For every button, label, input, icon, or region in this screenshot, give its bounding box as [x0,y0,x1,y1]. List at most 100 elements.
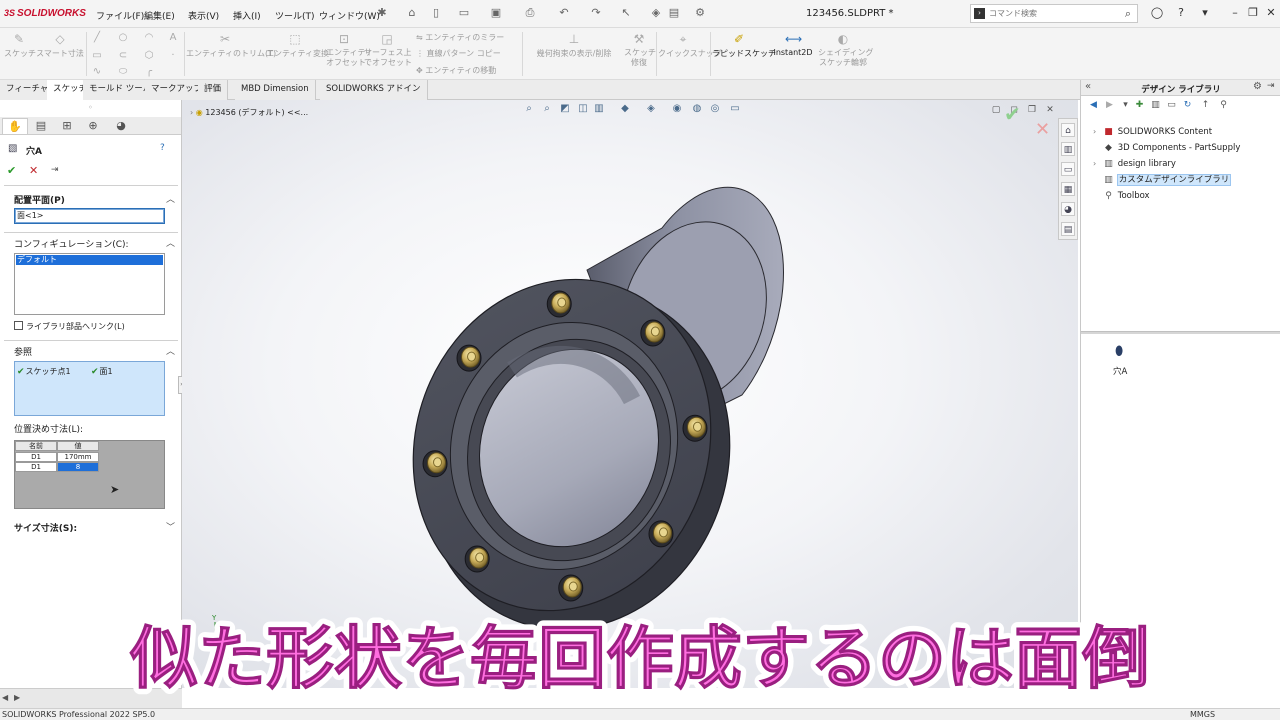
new-document-icon[interactable]: ▯ [428,5,444,21]
trim-entities-button[interactable]: ✂ エンティティのトリム(T) [186,32,276,59]
expand-arrow-icon[interactable]: › [1093,157,1102,171]
view-palette-icon[interactable]: ▦ [1061,182,1075,196]
convert-entities-button[interactable]: ⬚ エンティティ変換 [266,32,329,59]
back-icon[interactable]: ◀ [1087,99,1100,112]
notifications-icon[interactable]: ▾ [1196,5,1214,21]
minimize-button[interactable]: – [1226,5,1244,21]
rebuild-icon[interactable]: ◈ [648,5,664,21]
circle-icon[interactable]: ○ [116,32,130,44]
placement-plane-field[interactable]: 面<1> [14,208,165,224]
library-item-design-library[interactable]: › ▥ design library [1093,157,1176,171]
flange-3d-model[interactable]: Y [182,100,1078,688]
table-cell[interactable]: D1 [15,462,57,472]
graphics-area[interactable]: › ◉ 123456 (デフォルト) <<... ⌕ ⌕ ◩ ◫ ▥ ◆ ◈ ◉… [182,100,1078,688]
configuration-item-default[interactable]: デフォルト [16,255,163,265]
instant2d-button[interactable]: ⟷ Instant2D [768,32,818,57]
library-item-3d-components[interactable]: ◆ 3D Components - PartSupply [1093,141,1240,155]
tab-addins[interactable]: SOLIDWORKS アドイン [320,80,428,100]
quick-snaps-button[interactable]: ⌖ クイックスナップ [658,32,722,59]
menu-edit[interactable]: 編集(E) [144,9,175,22]
refresh-icon[interactable]: ↻ [1181,99,1194,112]
library-item-solidworks-content[interactable]: › ■ SOLIDWORKS Content [1093,125,1212,139]
dimxpert-tab-icon[interactable]: ⊕ [80,118,106,134]
restore-button[interactable]: ❐ [1244,5,1262,21]
command-search[interactable]: › ⌕ [970,4,1138,23]
table-cell[interactable]: D1 [15,452,57,462]
location-dimensions-table[interactable]: 名前 値 D1 170mm D1 8 ➤ [14,440,165,509]
pin-icon[interactable]: ✱ [374,5,390,21]
save-icon[interactable]: ▣ [488,5,504,21]
linear-pattern-button[interactable]: ⋮ 直線パターン コピー [416,48,501,59]
property-manager-tab-icon[interactable]: ▤ [28,118,54,134]
search-icon[interactable]: ⌕ [1125,7,1131,21]
offset-entities-button[interactable]: ⊡ エンティティ オフセット [326,32,373,68]
line-icon[interactable]: ╱ [90,32,104,44]
file-explorer-icon[interactable]: ▭ [1061,162,1075,176]
expand-chevron-icon[interactable]: ﹀ [166,520,175,533]
configuration-manager-tab-icon[interactable]: ⊞ [54,118,80,134]
display-relations-button[interactable]: ⊥ 幾何拘束の表示/削除 [526,32,622,59]
design-library-tab-icon[interactable]: ▥ [1061,142,1075,156]
help-icon[interactable]: ? [160,143,165,153]
dropdown-icon[interactable]: ▾ [1119,99,1132,112]
up-one-level-icon[interactable]: ↑ [1199,99,1212,112]
move-entities-button[interactable]: ✥ エンティティの移動 [416,65,496,76]
library-item-custom-design-library[interactable]: ▥ カスタムデザインライブラリ [1093,173,1232,187]
smart-dimension-button[interactable]: ◇ スマート寸法 [36,32,84,59]
undo-icon[interactable]: ↶ [556,5,572,21]
add-to-library-icon[interactable]: ✚ [1133,99,1146,112]
reference-item-face[interactable]: ✔面1 [91,366,113,377]
forward-icon[interactable]: ▶ [1103,99,1116,112]
home-icon[interactable]: ⌂ [404,5,420,21]
pushpin-icon[interactable]: ⇥ [51,165,59,175]
table-cell[interactable]: 170mm [57,452,99,462]
ellipse-icon[interactable]: ⬭ [116,66,130,78]
mirror-entities-button[interactable]: ⇋ エンティティのミラー [416,32,504,43]
collapse-chevron-icon[interactable]: ︿ [166,192,175,205]
collapse-chevron-icon[interactable]: ︿ [166,236,175,249]
select-icon[interactable]: ↖ [618,5,634,21]
collapse-chevron-icon[interactable]: ︿ [166,344,175,357]
rectangle-icon[interactable]: ▭ [90,50,104,62]
repair-sketch-button[interactable]: ⚒ スケッチ 修復 [624,32,656,68]
library-feature-icon[interactable]: ⬮ [1115,344,1123,359]
rapid-sketch-button[interactable]: ✐ ラピッドスケッチ [712,32,776,59]
menu-file[interactable]: ファイル(F) [96,9,144,22]
redo-icon[interactable]: ↷ [588,5,604,21]
tab-evaluate[interactable]: 評価 [198,80,229,100]
print-icon[interactable]: ⎙ [522,5,538,21]
menu-view[interactable]: 表示(V) [188,9,219,22]
arc-icon[interactable]: ◠ [142,32,156,44]
expand-arrow-icon[interactable]: › [1093,125,1102,139]
library-item-toolbox[interactable]: ⚲ Toolbox [1093,189,1149,203]
file-properties-icon[interactable]: ▤ [666,5,682,21]
menu-window[interactable]: ウィンドウ(W) [319,9,380,22]
pane-splitter[interactable] [1081,331,1280,334]
table-cell-selected[interactable]: 8 [57,462,99,472]
polygon-icon[interactable]: ⬡ [142,50,156,62]
solidworks-logo[interactable]: 3S SOLIDWORKS [4,8,86,19]
pane-pin-icon[interactable]: ⇥ [1267,81,1275,91]
add-file-location-icon[interactable]: ▥ [1149,99,1162,112]
appearances-icon[interactable]: ◕ [1061,202,1075,216]
help-icon[interactable]: ? [1172,5,1190,21]
display-manager-tab-icon[interactable]: ◕ [108,118,134,134]
create-new-folder-icon[interactable]: ▭ [1165,99,1178,112]
text-icon[interactable]: A [166,32,180,44]
tab-mbd-dimension[interactable]: MBD Dimension [235,80,316,100]
menu-insert[interactable]: 挿入(I) [233,9,261,22]
collapse-handle-icon[interactable]: ◦ [88,103,93,112]
link-to-library-checkbox[interactable] [14,321,23,330]
menu-tools[interactable]: ツール(T) [275,9,315,22]
pane-options-icon[interactable]: ⚙ [1253,81,1262,92]
sketch-button[interactable]: ✎ スケッチ [4,32,36,59]
open-folder-icon[interactable]: ▭ [456,5,472,21]
point-icon[interactable]: · [166,50,180,62]
shaded-contours-button[interactable]: ◐ シェイディング スケッチ輪郭 [818,32,873,68]
slot-icon[interactable]: ⊂ [116,50,130,62]
custom-properties-icon[interactable]: ▤ [1061,222,1075,236]
feature-manager-tab-icon[interactable]: ✋ [2,118,28,134]
fillet-icon[interactable]: ╭ [142,66,156,78]
ok-check-icon[interactable]: ✔ [7,164,16,177]
reference-item-sketch-point[interactable]: ✔スケッチ点1 [17,366,71,377]
